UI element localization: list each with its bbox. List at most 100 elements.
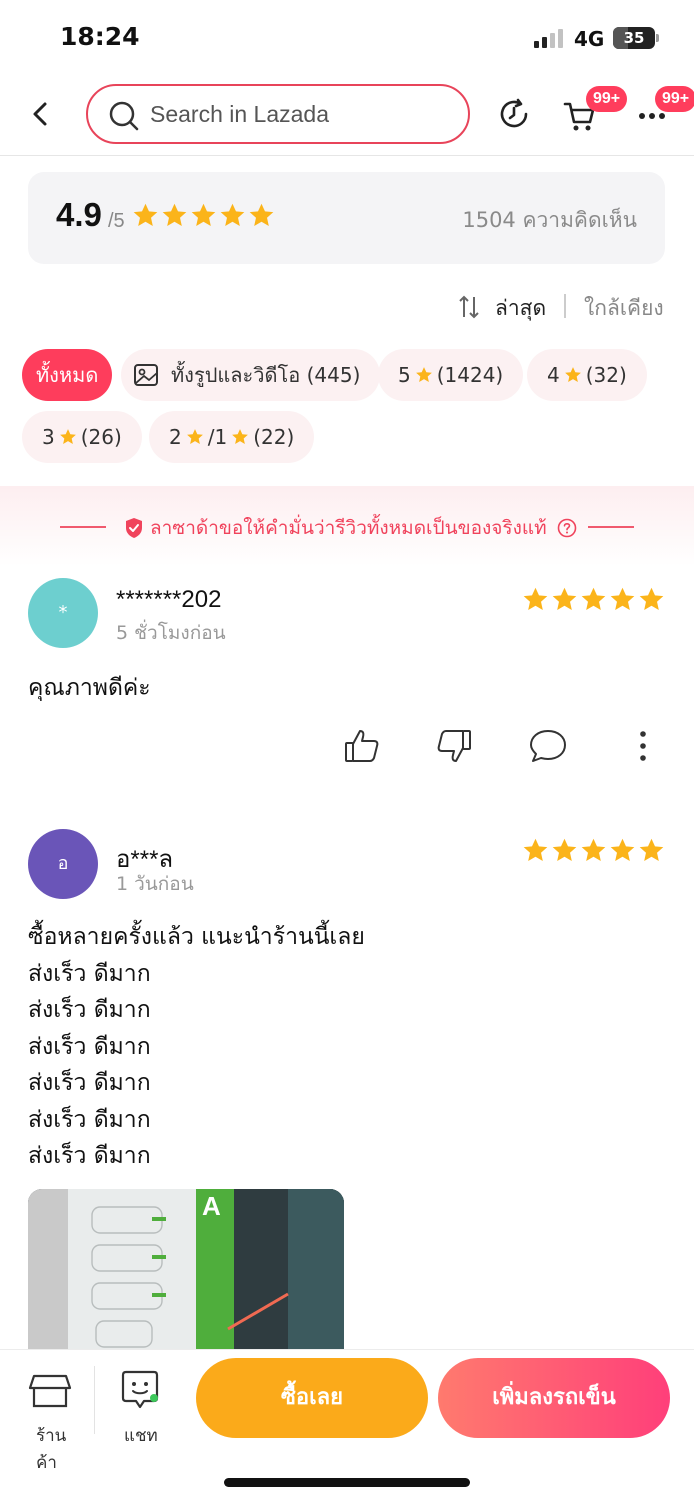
filter-media-label: ทั้งรูปและวิดีโอ (445) — [171, 363, 361, 387]
comment-icon — [530, 730, 566, 762]
status-time: 18:24 — [60, 22, 140, 51]
header: 99+ 99+ — [0, 76, 694, 156]
star-icon — [580, 837, 607, 864]
status-bar: 18:24 4G 35 — [0, 0, 694, 76]
star-icon — [522, 586, 549, 613]
rating-score: 4.9 — [56, 196, 102, 233]
more-options-button[interactable] — [624, 726, 664, 766]
cart-badge: 99+ — [586, 86, 628, 112]
banner-line-right — [588, 526, 634, 528]
star-icon — [59, 429, 76, 444]
buy-now-button[interactable]: ซื้อเลย — [196, 1358, 428, 1438]
filter-3-star[interactable]: 3 (26) — [22, 411, 142, 463]
image-icon — [134, 364, 158, 386]
star-icon — [219, 202, 246, 229]
star-icon — [415, 367, 432, 382]
sort-row: ล่าสุด ใกล้เคียง — [0, 284, 694, 328]
star-icon — [248, 202, 275, 229]
filter-5-star-count: (1424) — [436, 363, 504, 387]
store-button[interactable]: ร้านค้า — [14, 1362, 86, 1473]
signal-icon — [534, 28, 566, 48]
comment-button[interactable] — [528, 726, 568, 766]
filter-4-star-value: 4 — [547, 363, 560, 387]
network-label: 4G — [574, 27, 605, 51]
reviewer-name: *******202 — [116, 586, 222, 613]
review-stars — [522, 837, 665, 864]
battery-icon: 35 — [613, 27, 655, 49]
star-icon — [551, 586, 578, 613]
star-icon — [638, 837, 665, 864]
sort-relevance[interactable]: ใกล้เคียง — [584, 292, 664, 325]
star-icon — [580, 586, 607, 613]
battery-level: 35 — [623, 29, 645, 47]
filter-4-star-count: (32) — [585, 363, 627, 387]
filter-2-star-value: 2 — [169, 425, 182, 449]
search-bar[interactable] — [86, 84, 470, 144]
chat-button[interactable]: แชท — [108, 1362, 172, 1446]
history-icon — [500, 98, 528, 128]
dislike-button[interactable] — [434, 726, 474, 766]
filter-3-star-count: (26) — [80, 425, 122, 449]
battery-tip — [656, 34, 659, 42]
history-button[interactable] — [496, 96, 532, 132]
shield-check-icon — [126, 518, 142, 538]
review-stars — [522, 586, 665, 613]
guarantee-banner[interactable]: ลาซาด้าขอให้คำมั่นว่ารีวิวทั้งหมดเป็นของ… — [0, 486, 694, 566]
more-badge: 99+ — [655, 86, 694, 112]
star-icon — [609, 586, 636, 613]
filter-1-star-value: /1 — [207, 425, 228, 449]
avatar: อ — [28, 829, 98, 899]
star-icon — [190, 202, 217, 229]
like-button[interactable] — [342, 726, 382, 766]
star-icon — [232, 429, 249, 444]
chat-icon — [121, 1370, 159, 1409]
star-icon — [564, 367, 581, 382]
star-icon — [186, 429, 203, 444]
filter-4-star[interactable]: 4 (32) — [527, 349, 647, 401]
thumbs-up-icon — [345, 730, 379, 762]
more-vertical-icon — [640, 731, 646, 761]
back-button[interactable] — [26, 94, 56, 134]
store-label: ร้านค้า — [36, 1426, 67, 1473]
guarantee-text: ลาซาด้าขอให้คำมั่นว่ารีวิวทั้งหมดเป็นของ… — [150, 517, 547, 539]
add-to-cart-button[interactable]: เพิ่มลงรถเข็น — [438, 1358, 670, 1438]
star-icon — [522, 837, 549, 864]
banner-line-left — [60, 526, 106, 528]
bottom-divider — [94, 1366, 95, 1434]
store-icon — [28, 1374, 72, 1408]
filter-media[interactable]: ทั้งรูปและวิดีโอ (445) — [121, 349, 381, 401]
review-text: ซื้อหลายครั้งแล้ว แนะนำร้านนี้เลย ส่งเร็… — [28, 924, 365, 1169]
photo-brand-text: A — [202, 1191, 221, 1221]
filter-2-1-star[interactable]: 2 /1 (22) — [149, 411, 315, 463]
rating-summary: 4.9 /5 1504 ความคิดเห็น — [28, 172, 665, 264]
search-icon — [109, 101, 139, 131]
star-icon — [609, 837, 636, 864]
review-time: 5 ชั่วโมงก่อน — [116, 622, 226, 644]
home-indicator — [224, 1478, 470, 1487]
chevron-left-icon — [33, 102, 47, 126]
search-input[interactable] — [150, 98, 450, 130]
filter-all[interactable]: ทั้งหมด — [22, 349, 113, 401]
avatar: * — [28, 578, 98, 648]
rating-max: /5 — [108, 210, 125, 232]
review-time: 1 วันก่อน — [116, 873, 194, 895]
bottom-bar: ร้านค้า แชท ซื้อเลย เพิ่มลงรถเข็น — [0, 1349, 694, 1500]
star-icon — [161, 202, 188, 229]
filter-5-star[interactable]: 5 (1424) — [378, 349, 524, 401]
sort-icon — [459, 295, 479, 319]
chat-label: แชท — [124, 1426, 158, 1446]
star-icon — [638, 586, 665, 613]
star-icon — [132, 202, 159, 229]
thumbs-down-icon — [437, 730, 471, 762]
sort-latest[interactable]: ล่าสุด — [495, 292, 546, 325]
star-icon — [551, 837, 578, 864]
filter-2-1-star-count: (22) — [253, 425, 295, 449]
sort-divider — [564, 294, 566, 318]
rating-stars — [132, 202, 275, 234]
filter-5-star-value: 5 — [398, 363, 411, 387]
review-text: คุณภาพดีค่ะ — [28, 675, 151, 701]
guarantee-text-row: ลาซาด้าขอให้คำมั่นว่ารีวิวทั้งหมดเป็นของ… — [124, 513, 577, 543]
review-count[interactable]: 1504 ความคิดเห็น — [462, 204, 637, 237]
filter-all-label: ทั้งหมด — [36, 363, 99, 387]
help-icon[interactable] — [557, 518, 577, 538]
